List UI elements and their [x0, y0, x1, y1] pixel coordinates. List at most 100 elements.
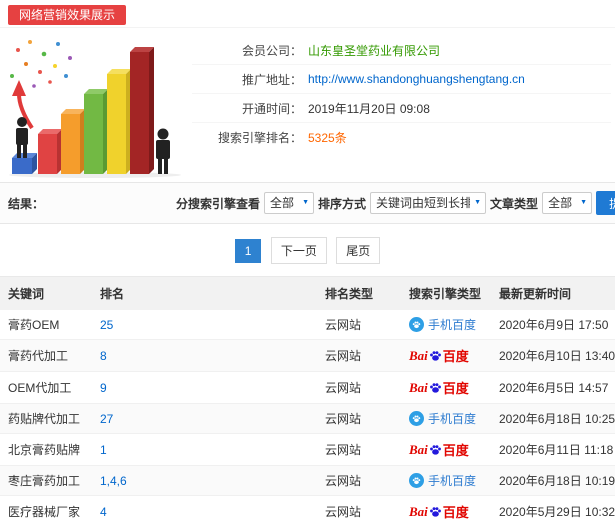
- update-time-text: 2020年6月5日 14:57: [499, 381, 609, 395]
- mobile-baidu-paw-icon: [409, 317, 424, 332]
- site-link[interactable]: http://www.shandonghuangshengtang.cn: [308, 72, 525, 86]
- table-row: 膏药OEM 25 云网站 手机百度 2020年6月9日 17:50: [0, 310, 615, 340]
- company-link[interactable]: 山东皇圣堂药业有限公司: [308, 42, 440, 59]
- mobile-baidu-text: 手机百度: [428, 318, 477, 332]
- company-row: 会员公司： 山东皇圣堂药业有限公司: [192, 36, 611, 65]
- baidu-logo-cjk: 百度: [442, 505, 469, 520]
- submit-button[interactable]: 提交: [596, 191, 615, 215]
- update-time-text: 2020年6月9日 17:50: [499, 318, 609, 332]
- marketing-illustration: [0, 32, 192, 180]
- header-keyword: 关键词: [0, 276, 92, 310]
- table-row: 药贴牌代加工 27 云网站 手机百度 2020年6月18日 10:25: [0, 403, 615, 434]
- keyword-text: 枣庄膏药加工: [8, 474, 81, 488]
- mobile-baidu-text: 手机百度: [428, 412, 477, 426]
- rank-link[interactable]: 1: [100, 443, 107, 457]
- top-tab-bar: 网络营销效果展示: [0, 0, 615, 28]
- rank-count-row: 搜索引擎排名： 5325条: [192, 123, 611, 152]
- company-label: 会员公司：: [241, 43, 302, 58]
- baidu-logo-cjk: 百度: [442, 381, 469, 396]
- rank-link[interactable]: 25: [100, 318, 113, 332]
- header-rank-type: 排名类型: [317, 276, 401, 310]
- article-type-select[interactable]: 全部: [542, 192, 593, 214]
- table-row: 膏药代加工 8 云网站 Bai 百度 2020年6月10日 13:40: [0, 339, 615, 372]
- baidu-logo-latin: Bai: [409, 441, 428, 457]
- mobile-baidu-paw-icon: [409, 411, 424, 426]
- table-row: 北京膏药贴牌 1 云网站 Bai 百度 2020年6月11日 11:18: [0, 433, 615, 466]
- rank-type-text: 云网站: [325, 412, 362, 426]
- keyword-text: 药贴牌代加工: [8, 412, 81, 426]
- mobile-baidu-logo: 手机百度: [409, 316, 476, 333]
- rank-type-text: 云网站: [325, 349, 362, 363]
- rank-link[interactable]: 1,4,6: [100, 474, 127, 488]
- mobile-baidu-logo: 手机百度: [409, 410, 476, 427]
- table-row: 枣庄膏药加工 1,4,6 云网站 手机百度 2020年6月18日 10:19: [0, 465, 615, 496]
- rank-count-value: 5325条: [308, 131, 347, 145]
- keyword-text: 膏药代加工: [8, 349, 69, 363]
- next-page-button[interactable]: 下一页: [270, 237, 327, 264]
- article-type-select-wrap: 全部: [542, 192, 593, 214]
- open-time-row: 开通时间： 2019年11月20日 09:08: [192, 94, 611, 123]
- site-row: 推广地址： http://www.shandonghuangshengtang.…: [192, 65, 611, 94]
- filter-bar: 结果： 分搜索引擎查看 全部 排序方式 关键词由短到长排序 文章类型 全部 提交: [0, 182, 615, 224]
- mobile-baidu-text: 手机百度: [428, 474, 477, 488]
- update-time-text: 2020年5月29日 10:32: [499, 505, 615, 519]
- rank-type-text: 云网站: [325, 443, 362, 457]
- table-row: 医疗器械厂家 4 云网站 Bai 百度 2020年5月29日 10:32: [0, 495, 615, 520]
- baidu-paw-icon: [429, 349, 442, 362]
- open-time-value: 2019年11月20日 09:08: [308, 101, 430, 116]
- rank-type-text: 云网站: [325, 381, 362, 395]
- baidu-logo-cjk: 百度: [442, 349, 469, 364]
- page-button-current[interactable]: 1: [234, 239, 262, 263]
- pagination: 1 下一页 尾页: [0, 224, 615, 276]
- update-time-text: 2020年6月18日 10:19: [499, 474, 615, 488]
- update-time-text: 2020年6月18日 10:25: [499, 412, 615, 426]
- rank-type-text: 云网站: [325, 318, 362, 332]
- bar-chart-illustration-graphic: [9, 40, 181, 178]
- engine-select-wrap: 全部: [264, 192, 315, 214]
- rank-count-label: 搜索引擎排名：: [217, 131, 302, 145]
- businessman-right-graphic: [156, 128, 170, 174]
- baidu-logo: Bai 百度: [409, 378, 469, 397]
- header-update-time: 最新更新时间: [491, 276, 615, 310]
- rank-link[interactable]: 9: [100, 381, 107, 395]
- baidu-logo-latin: Bai: [409, 347, 428, 363]
- baidu-logo-cjk: 百度: [442, 443, 469, 458]
- table-row: OEM代加工 9 云网站 Bai 百度 2020年6月5日 14:57: [0, 371, 615, 404]
- filter-controls: 分搜索引擎查看 全部 排序方式 关键词由短到长排序 文章类型 全部 提交: [176, 191, 615, 215]
- rank-link[interactable]: 27: [100, 412, 113, 426]
- update-time-text: 2020年6月10日 13:40: [499, 349, 615, 363]
- mobile-baidu-logo: 手机百度: [409, 472, 476, 489]
- sort-label: 排序方式: [318, 196, 367, 211]
- baidu-paw-icon: [429, 505, 442, 518]
- rank-type-text: 云网站: [325, 505, 362, 519]
- confetti-dots: [10, 40, 72, 88]
- last-page-button[interactable]: 尾页: [336, 237, 381, 264]
- info-panel: 会员公司： 山东皇圣堂药业有限公司 推广地址： http://www.shand…: [0, 28, 615, 182]
- engine-filter-select[interactable]: 全部: [264, 192, 315, 214]
- keyword-text: 医疗器械厂家: [8, 505, 81, 519]
- mobile-baidu-paw-icon: [409, 473, 424, 488]
- baidu-paw-icon: [429, 443, 442, 456]
- rank-link[interactable]: 8: [100, 349, 107, 363]
- sort-select-wrap: 关键词由短到长排序: [370, 192, 487, 214]
- keyword-text: OEM代加工: [8, 381, 72, 395]
- tab-marketing-effect[interactable]: 网络营销效果展示: [8, 5, 127, 25]
- sort-select[interactable]: 关键词由短到长排序: [370, 192, 487, 214]
- engine-filter-label: 分搜索引擎查看: [176, 196, 261, 211]
- results-table: 关键词 排名 排名类型 搜索引擎类型 最新更新时间 膏药OEM 25 云网站 手…: [0, 276, 615, 520]
- keyword-text: 北京膏药贴牌: [8, 443, 81, 457]
- member-info: 会员公司： 山东皇圣堂药业有限公司 推广地址： http://www.shand…: [192, 32, 615, 180]
- baidu-logo: Bai 百度: [409, 346, 469, 365]
- open-time-label: 开通时间：: [241, 101, 302, 116]
- header-rank: 排名: [92, 276, 317, 310]
- article-type-label: 文章类型: [490, 196, 539, 211]
- baidu-paw-icon: [429, 381, 442, 394]
- keyword-text: 膏药OEM: [8, 318, 60, 332]
- rank-link[interactable]: 4: [100, 505, 107, 519]
- site-label: 推广地址：: [241, 72, 302, 87]
- table-header-row: 关键词 排名 排名类型 搜索引擎类型 最新更新时间: [0, 276, 615, 310]
- baidu-logo-latin: Bai: [409, 503, 428, 519]
- update-time-text: 2020年6月11日 11:18: [499, 443, 614, 457]
- baidu-logo: Bai 百度: [409, 502, 469, 520]
- baidu-logo-latin: Bai: [409, 379, 428, 395]
